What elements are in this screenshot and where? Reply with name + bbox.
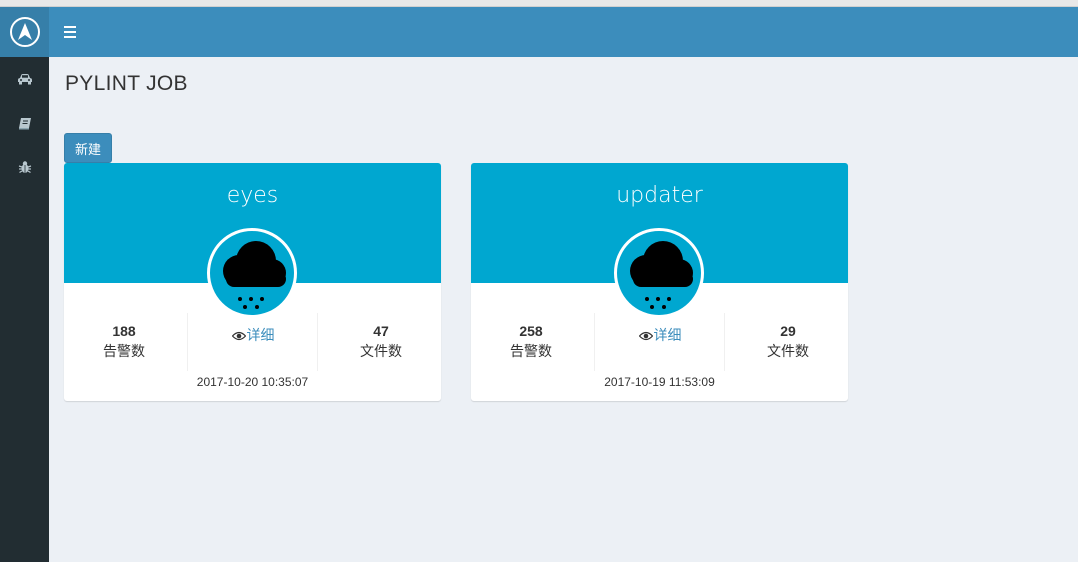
file-count: 29 bbox=[780, 323, 796, 339]
car-icon bbox=[17, 74, 32, 85]
divider bbox=[317, 313, 318, 371]
file-count-label: 文件数 bbox=[360, 344, 402, 360]
job-avatar bbox=[207, 228, 297, 318]
warning-count: 188 bbox=[112, 323, 136, 339]
sidebar-item-bug[interactable] bbox=[0, 152, 49, 182]
file-count-label: 文件数 bbox=[767, 344, 809, 360]
app-logo[interactable] bbox=[0, 7, 49, 57]
detail-link[interactable]: 详细 bbox=[595, 325, 725, 345]
detail-link[interactable]: 详细 bbox=[188, 325, 318, 345]
new-job-button[interactable]: 新建 bbox=[64, 133, 113, 163]
page-title: PYLINT JOB bbox=[65, 72, 188, 95]
detail-label: 详细 bbox=[246, 328, 275, 344]
file-count: 47 bbox=[373, 323, 389, 339]
job-card: eyes 188 告警数 详细 47 文件数 2017-10-20 10:35:… bbox=[64, 163, 441, 401]
warning-count: 258 bbox=[519, 323, 543, 339]
sidebar-item-book[interactable] bbox=[0, 108, 49, 138]
bug-icon bbox=[18, 161, 31, 174]
file-count-stat: 29 文件数 bbox=[728, 323, 848, 361]
book-icon bbox=[18, 117, 31, 129]
warning-count-label: 告警数 bbox=[103, 344, 145, 360]
job-timestamp: 2017-10-20 10:35:07 bbox=[196, 375, 309, 389]
job-name: updater bbox=[616, 183, 703, 208]
sidebar-item-car[interactable] bbox=[0, 64, 49, 94]
eye-icon bbox=[638, 331, 653, 341]
snow-cloud-icon bbox=[630, 241, 693, 309]
browser-top-strip bbox=[0, 0, 1078, 7]
job-timestamp: 2017-10-19 11:53:09 bbox=[604, 375, 715, 389]
sidebar bbox=[0, 7, 49, 562]
hamburger-icon bbox=[64, 26, 76, 28]
warning-count-stat: 258 告警数 bbox=[471, 323, 591, 361]
snow-cloud-icon bbox=[223, 241, 286, 309]
warning-count-label: 告警数 bbox=[510, 344, 552, 360]
detail-label: 详细 bbox=[653, 328, 682, 344]
sidebar-toggle-button[interactable] bbox=[59, 21, 81, 43]
divider bbox=[724, 313, 725, 371]
job-name: eyes bbox=[226, 183, 279, 208]
job-avatar bbox=[614, 228, 704, 318]
warning-count-stat: 188 告警数 bbox=[64, 323, 184, 361]
file-count-stat: 47 文件数 bbox=[321, 323, 441, 361]
top-navbar bbox=[49, 7, 1078, 57]
compass-logo-icon bbox=[9, 17, 40, 47]
job-card: updater 258 告警数 详细 29 文件数 2017-10-19 11:… bbox=[471, 163, 848, 401]
eye-icon bbox=[231, 331, 246, 341]
